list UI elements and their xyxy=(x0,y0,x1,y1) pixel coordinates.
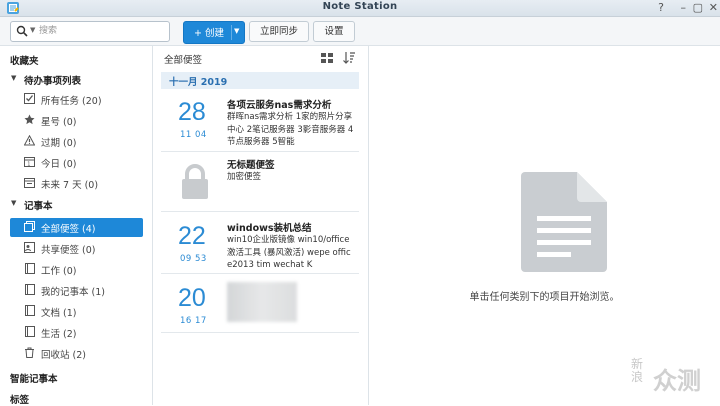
sidebar-item-label: 过期 (0) xyxy=(41,138,77,149)
sidebar-item-next-7-days[interactable]: 未来 7 天 (0) xyxy=(10,174,143,193)
note-day: 28 xyxy=(178,98,206,126)
note-time: 16 17 xyxy=(180,316,207,326)
sidebar-item-label: 生活 (2) xyxy=(41,329,77,340)
note-item-locked[interactable]: 无标题便签 加密便签 xyxy=(161,152,359,212)
checkbox-checked-icon xyxy=(24,93,35,104)
sync-now-button[interactable]: 立即同步 xyxy=(249,21,309,42)
watermark-small-text: 新 浪 xyxy=(631,357,644,384)
note-time: 09 53 xyxy=(180,254,207,264)
sidebar-item-label: 文档 (1) xyxy=(41,308,77,319)
sidebar-item-overdue[interactable]: 过期 (0) xyxy=(10,132,143,151)
view-mode-icon[interactable] xyxy=(321,52,333,64)
sort-icon[interactable] xyxy=(343,51,355,64)
warning-icon xyxy=(24,135,35,146)
note-title: 各项云服务nas需求分析 xyxy=(227,100,332,111)
notebook-icon xyxy=(25,305,35,316)
collapse-caret-icon[interactable]: ▼ xyxy=(11,199,16,207)
blurred-note-content xyxy=(227,282,297,322)
note-item[interactable]: 22 09 53 windows装机总结 win10企业版镜像 win10/of… xyxy=(161,212,359,274)
sidebar-group-todo[interactable]: ▼ 待办事项列表 xyxy=(0,72,152,88)
sidebar-item-shared-notes[interactable]: 共享便签 (0) xyxy=(10,239,143,258)
sidebar-favorites[interactable]: 收藏夹 xyxy=(10,53,39,67)
sidebar-item-label: 工作 (0) xyxy=(41,266,77,277)
search-box[interactable]: ▼ xyxy=(10,21,170,42)
note-list-header: 全部便签 xyxy=(153,46,368,69)
sidebar-item-label: 未来 7 天 (0) xyxy=(41,180,99,191)
sidebar-item-label: 所有任务 (20) xyxy=(41,96,102,107)
month-group-header: 十一月 2019 xyxy=(161,72,359,89)
notebook-icon xyxy=(25,326,35,337)
create-button-label: + 创建 xyxy=(194,28,224,39)
sidebar-group-label: 记事本 xyxy=(24,201,53,212)
sidebar-item-today[interactable]: 1 今日 (0) xyxy=(10,153,143,172)
calendar-icon: 1 xyxy=(24,157,35,168)
toolbar: ▼ + 创建 ▼ 立即同步 设置 xyxy=(0,17,720,46)
create-dropdown-caret-icon[interactable]: ▼ xyxy=(234,27,239,35)
create-button-divider xyxy=(231,25,232,40)
note-preview: 加密便签 xyxy=(227,172,262,182)
sidebar-item-label: 今日 (0) xyxy=(41,159,77,170)
watermark-large-text: 众测 xyxy=(653,367,701,395)
notes-stack-icon xyxy=(24,221,35,232)
sidebar-item-recycle-bin[interactable]: 回收站 (2) xyxy=(10,344,143,363)
window-title: Note Station xyxy=(322,1,398,12)
document-placeholder-icon xyxy=(521,172,607,272)
maximize-icon[interactable]: ▢ xyxy=(693,0,703,16)
note-preview: win10企业版镜像 win10/office激活工具 (暴风激活) wepe … xyxy=(227,235,351,270)
note-title: 无标题便签 xyxy=(227,160,275,171)
trash-icon xyxy=(25,347,34,358)
sidebar-item-label: 共享便签 (0) xyxy=(41,245,96,256)
sidebar-group-label: 待办事项列表 xyxy=(24,76,82,87)
notebook-icon xyxy=(25,284,35,295)
note-preview: 群晖nas需求分析 1家的照片分享中心 2笔记服务器 3影音服务器 4节点服务器… xyxy=(227,112,354,147)
note-list-title: 全部便签 xyxy=(164,55,203,66)
empty-state-message: 单击任何类别下的项目开始浏览。 xyxy=(469,292,620,303)
note-list: 全部便签 十一月 2019 28 11 04 各项云服务nas需求分析 群晖na… xyxy=(153,46,369,405)
title-bar: Note Station ? – ▢ ✕ xyxy=(0,0,720,17)
month-label: 十一月 2019 xyxy=(169,77,228,88)
note-time: 11 04 xyxy=(180,130,207,140)
sidebar-item-label: 我的记事本 (1) xyxy=(41,287,105,298)
sidebar-item-notebook-work[interactable]: 工作 (0) xyxy=(10,260,143,279)
search-options-caret-icon[interactable]: ▼ xyxy=(30,26,35,34)
sidebar-group-notebooks[interactable]: ▼ 记事本 xyxy=(0,197,152,213)
note-title: windows装机总结 xyxy=(227,223,312,234)
sidebar-smart-notebook[interactable]: 智能记事本 xyxy=(10,371,58,385)
create-button[interactable]: + 创建 ▼ xyxy=(183,21,245,44)
search-input[interactable] xyxy=(39,24,159,38)
sidebar: 收藏夹 ▼ 待办事项列表 所有任务 (20) 星号 (0) 过期 (0) 1 今… xyxy=(0,46,153,406)
sidebar-item-label: 回收站 (2) xyxy=(41,350,86,361)
sidebar-item-starred[interactable]: 星号 (0) xyxy=(10,111,143,130)
minimize-icon[interactable]: – xyxy=(681,0,687,16)
sidebar-item-label: 星号 (0) xyxy=(41,117,77,128)
settings-button[interactable]: 设置 xyxy=(313,21,355,42)
notebook-icon xyxy=(25,263,35,274)
sidebar-item-all-notes[interactable]: 全部便签 (4) xyxy=(10,218,143,237)
shared-notes-icon xyxy=(24,242,35,253)
sina-watermark-logo: 新 浪 众测 xyxy=(631,358,715,398)
svg-text:1: 1 xyxy=(27,162,30,168)
close-icon[interactable]: ✕ xyxy=(709,0,718,16)
help-icon[interactable]: ? xyxy=(658,0,664,16)
note-viewer-pane: 单击任何类别下的项目开始浏览。 新 浪 众测 xyxy=(369,46,720,405)
sidebar-item-notebook-docs[interactable]: 文档 (1) xyxy=(10,302,143,321)
note-day: 20 xyxy=(178,284,206,312)
sidebar-item-all-tasks[interactable]: 所有任务 (20) xyxy=(10,90,143,109)
sidebar-item-notebook-mine[interactable]: 我的记事本 (1) xyxy=(10,281,143,300)
star-icon xyxy=(24,114,35,125)
collapse-caret-icon[interactable]: ▼ xyxy=(11,74,16,82)
calendar-week-icon xyxy=(24,178,35,188)
note-item[interactable]: 28 11 04 各项云服务nas需求分析 群晖nas需求分析 1家的照片分享中… xyxy=(161,92,359,152)
sidebar-item-notebook-life[interactable]: 生活 (2) xyxy=(10,323,143,342)
sidebar-item-label: 全部便签 (4) xyxy=(41,224,96,235)
sidebar-tags[interactable]: 标签 xyxy=(10,392,29,406)
note-day: 22 xyxy=(178,222,206,250)
note-item-blurred[interactable]: 20 16 17 xyxy=(161,274,359,333)
search-icon[interactable] xyxy=(16,25,28,37)
lock-icon xyxy=(182,164,208,199)
